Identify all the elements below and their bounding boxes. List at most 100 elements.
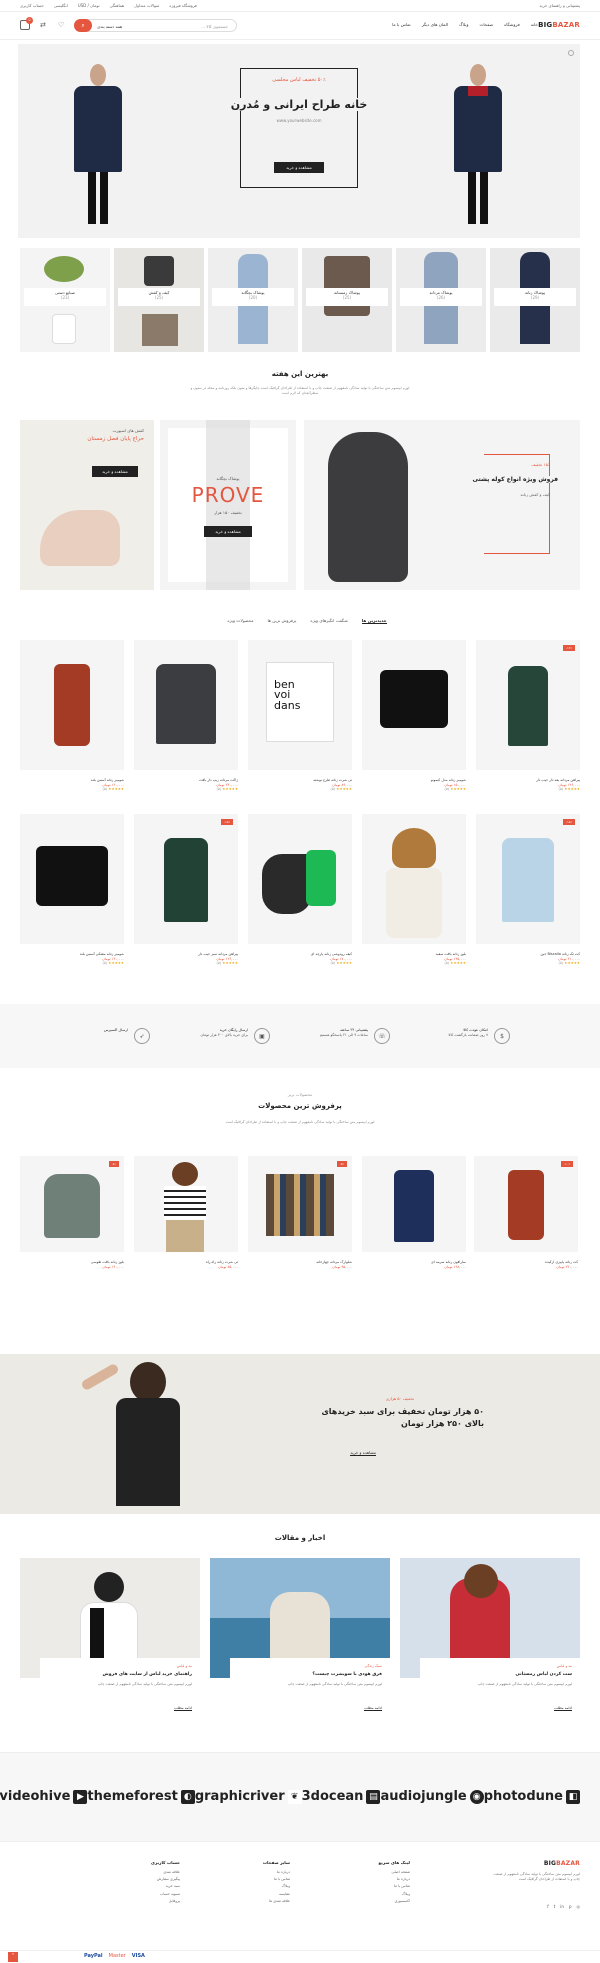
blog-card[interactable]: سبک زندگی فرق هودی با سویشرت چیست؟ لورم …: [210, 1558, 390, 1734]
tab-amazing[interactable]: شگفت انگیزهای ویژه: [310, 618, 347, 624]
nav-item-pages[interactable]: صفحات: [479, 22, 493, 27]
footer-link[interactable]: وبلاگ: [220, 1883, 290, 1890]
search-input[interactable]: جستجوی کالا ...: [201, 24, 228, 29]
product-card[interactable]: ژاکت مردانه زیپ دار بافت ۲۳۰,۰۰۰ تومان ★…: [134, 640, 238, 791]
product-card[interactable]: شومیز زنانه آستین بلند ۱۲۰,۰۰۰ تومان ★★★…: [20, 640, 124, 791]
blog-card[interactable]: مد و لباس ست کردن لباس زمستانی لورم ایپس…: [400, 1558, 580, 1734]
footer-link[interactable]: تماس با ما: [220, 1876, 290, 1883]
category-card[interactable]: کیف و کفش (25): [114, 248, 204, 352]
hero-cta-button[interactable]: مشاهده و خرید: [274, 162, 324, 173]
brand-logo[interactable]: ◧ photodune: [484, 1789, 580, 1804]
product-card[interactable]: تی شرت زنانه راه راه ۸۵,۰۰۰ تومان: [134, 1156, 238, 1269]
blog-title[interactable]: ست کردن لباس زمستانی: [515, 1672, 572, 1677]
nav-item-blog[interactable]: وبلاگ: [459, 22, 468, 27]
blog-category[interactable]: سبک زندگی: [365, 1664, 382, 1668]
product-card[interactable]: -۱۵٪ کت تک زنانه Biscallo جین ۳۱۰,۰۰۰ تو…: [476, 814, 580, 965]
category-card[interactable]: پوشاک بچگانه (20): [208, 248, 298, 352]
product-card[interactable]: شومیز زنانه مشکی آستین بلند ۱۳۰,۰۰۰ توما…: [20, 814, 124, 965]
promo-shoes[interactable]: کفش های اسپورت حراج پایان فصل زمستان مشا…: [20, 420, 154, 590]
promo-kids-button[interactable]: مشاهده و خرید: [204, 526, 252, 537]
promo-backpack[interactable]: ۱۵٪ تخفیف فروش ویژه انواع کوله پشتی کیف …: [304, 420, 580, 590]
blog-category[interactable]: مد و لباس: [557, 1664, 572, 1668]
blog-title[interactable]: فرق هودی با سویشرت چیست؟: [312, 1672, 382, 1677]
product-card[interactable]: بلوز زنانه بافت سفید ۱۴۵,۰۰۰ تومان ★★★★★…: [362, 814, 466, 965]
product-card[interactable]: -۵٪ شلوارک مردانه چهارخانه ۹۵,۰۰۰ تومان: [248, 1156, 352, 1269]
product-card[interactable]: -۸٪ بلوز زنانه بافت طوسی ۱۴۰,۰۰۰ تومان: [20, 1156, 124, 1269]
footer-link[interactable]: تسویه حساب: [110, 1891, 180, 1898]
brand-logo[interactable]: ▤ 3docean: [302, 1789, 381, 1804]
product-card[interactable]: شومیز زنانه مدل کیمونو ۱۵۰,۰۰۰ تومان ★★★…: [362, 640, 466, 791]
nav-item-home[interactable]: خانه: [531, 22, 538, 27]
product-card[interactable]: کیف رودوشی زنانه پارچه ای ۱۷۰,۰۰۰ تومان …: [248, 814, 352, 965]
currency-select[interactable]: تومان / USD: [78, 3, 100, 8]
footer-link[interactable]: سبد خرید: [110, 1883, 180, 1890]
tab-newest[interactable]: جدیدترین ها: [361, 618, 387, 624]
pinterest-icon[interactable]: p: [569, 1904, 572, 1909]
product-card[interactable]: سارافون زنانه سرمه ای ۱۹۸,۰۰۰ تومان: [362, 1156, 466, 1269]
language-select[interactable]: انگلیسی: [54, 3, 68, 8]
nav-item-shop[interactable]: فروشگاه: [504, 22, 520, 27]
footer-link[interactable]: تماس با ما: [340, 1883, 410, 1890]
scroll-top-button[interactable]: ˄: [8, 1952, 18, 1962]
footer-link[interactable]: اکسسوری: [340, 1898, 410, 1905]
top-link[interactable]: سوالات متداول: [134, 3, 159, 8]
brand-logo[interactable]: ▶ videohive: [0, 1789, 88, 1804]
blog-more-link[interactable]: ادامه مطلب: [364, 1706, 382, 1711]
footer-logo[interactable]: BIGBAZAR: [544, 1860, 580, 1867]
logo[interactable]: BIGBAZAR: [538, 21, 580, 29]
brand-logo[interactable]: ◉ audiojungle: [380, 1789, 484, 1804]
facebook-icon[interactable]: f: [547, 1904, 548, 1909]
brand-logo[interactable]: ◐ themeforest: [87, 1789, 195, 1804]
product-card[interactable]: -۱۸٪ پیراهن مردانه سبز جیب دار ۱۲۶,۰۰۰ ت…: [134, 814, 238, 965]
nav-item-elements[interactable]: المان های دیگر: [422, 22, 448, 27]
blog-more-link[interactable]: ادامه مطلب: [554, 1706, 572, 1711]
category-card[interactable]: پوشاک زمستانه (25): [302, 248, 392, 352]
promo-shoes-button[interactable]: مشاهده و خرید: [92, 466, 138, 477]
account-link[interactable]: حساب کاربری: [20, 3, 44, 8]
cart-icon[interactable]: 0: [20, 17, 33, 30]
linkedin-icon[interactable]: in: [560, 1904, 564, 1909]
footer-link[interactable]: وبلاگ: [340, 1891, 410, 1898]
hero-slider[interactable]: ۵۰٪ تخفیف لباس مجلسی خانه طراح ایرانی و …: [18, 44, 580, 238]
product-price: ۲۲۰,۰۰۰ تومان: [556, 1264, 578, 1269]
hero-discount: ۵۰٪ تخفیف لباس مجلسی: [272, 77, 326, 83]
top-link[interactable]: فروشگاه ‌فیروزه: [169, 3, 196, 8]
footer-link[interactable]: مقایسه: [220, 1891, 290, 1898]
blog-card[interactable]: مد و لباس راهنمای خرید لباس از سایت های …: [20, 1558, 200, 1734]
category-card[interactable]: پوشاک زنانه (29): [490, 248, 580, 352]
search-button[interactable]: ⌕: [74, 19, 92, 32]
footer-link[interactable]: پروفایل: [110, 1898, 180, 1905]
twitter-icon[interactable]: t: [554, 1904, 556, 1909]
nav-item-contact[interactable]: تماس با ما: [392, 22, 411, 27]
category-card[interactable]: صنایع دستی (23): [20, 248, 110, 352]
product-rating: ★★★★★ (۵): [558, 786, 580, 791]
footer-link[interactable]: پیگیری سفارش: [110, 1876, 180, 1883]
footer-link[interactable]: علاقه مندی ها: [220, 1898, 290, 1905]
tab-bestselling[interactable]: پرفروش ترین ها: [267, 618, 296, 624]
brand-logo[interactable]: ❦ graphicriver: [195, 1789, 302, 1804]
banner-button[interactable]: مشاهده و خرید: [350, 1450, 376, 1456]
product-card[interactable]: ben voi dans تی شرت زنانه طرح نوشته ۸۹,۰۰۰…: [248, 640, 352, 791]
category-select[interactable]: همه دسته بندی: [97, 24, 122, 29]
product-card[interactable]: -۱۲٪ پیراهن مردانه یقه دار جیب دار ۱۲۶,۰…: [476, 640, 580, 791]
slider-dot[interactable]: [568, 50, 574, 56]
blog-more-link[interactable]: ادامه مطلب: [174, 1706, 192, 1711]
promo-kids[interactable]: پوشاک بچگانه PROVE تخفیف ۱۵۰ هزار مشاهده…: [160, 420, 296, 590]
product-price: ۱۴۰,۰۰۰ تومان: [102, 1264, 124, 1269]
top-link[interactable]: هماهنگی: [110, 3, 125, 8]
compare-icon[interactable]: ⇄: [40, 21, 46, 29]
footer-link[interactable]: درباره ما: [340, 1876, 410, 1883]
footer-link[interactable]: درباره ما: [220, 1869, 290, 1876]
footer-link[interactable]: صفحه اصلی: [340, 1869, 411, 1876]
instagram-icon[interactable]: ◎: [577, 1904, 581, 1909]
blog-title[interactable]: راهنمای خرید لباس از سایت های فروش: [103, 1672, 192, 1677]
tab-featured[interactable]: محصولات ویژه: [227, 618, 253, 624]
heart-icon[interactable]: ♡: [58, 21, 64, 29]
category-card[interactable]: پوشاک مردانه (26): [396, 248, 486, 352]
blog-category[interactable]: مد و لباس: [177, 1664, 192, 1668]
product-card[interactable]: -۱۰٪ کت زنانه پاییزی ارکیده ۲۲۰,۰۰۰ توما…: [474, 1156, 578, 1269]
footer-link[interactable]: علاقه مندی: [110, 1869, 180, 1876]
discount-banner[interactable]: تخفیف ۵۰ هزاری ۵۰ هزار تومان تخفیف برای …: [0, 1354, 600, 1514]
promo-kids-title: PROVE: [191, 483, 265, 507]
support-link[interactable]: پشتیبانی و راهنمای خرید: [539, 3, 580, 8]
